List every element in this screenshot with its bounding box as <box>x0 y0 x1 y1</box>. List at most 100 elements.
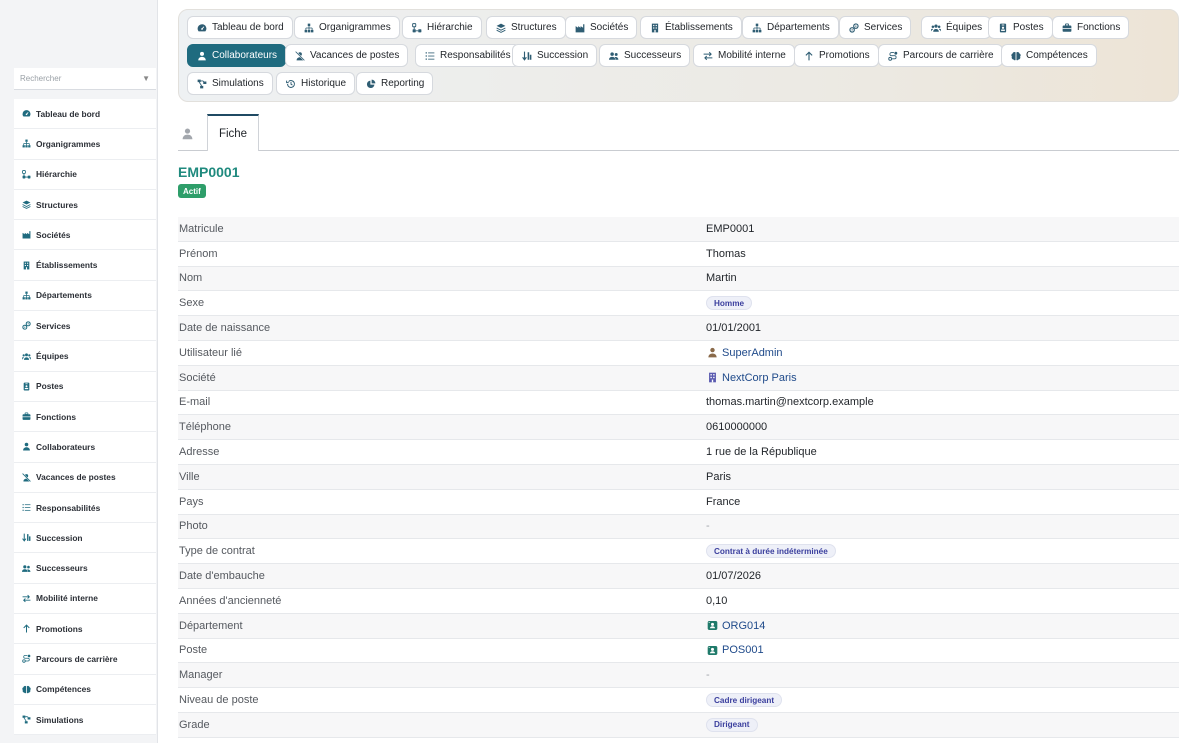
sidebar-item-successeurs[interactable]: Successeurs <box>14 553 156 584</box>
layers-icon <box>495 22 506 33</box>
nav-pill-organigrammes[interactable]: Organigrammes <box>294 16 400 39</box>
field-label: Grade <box>179 718 210 731</box>
sidebar-item-label: Fonctions <box>36 411 77 422</box>
sidebar-item-parcours-de-carriere[interactable]: Parcours de carrière <box>14 644 156 675</box>
sidebar-item-label: Organigrammes <box>36 138 101 149</box>
sidebar-item-postes[interactable]: Postes <box>14 371 156 402</box>
sidebar-item-label: Responsabilités <box>36 502 101 513</box>
nav-pill-postes[interactable]: Postes <box>988 16 1053 39</box>
sidebar-item-departements[interactable]: Départements <box>14 280 156 312</box>
value-link[interactable]: SuperAdmin <box>722 347 783 359</box>
field-value[interactable]: NextCorp Paris <box>706 372 797 384</box>
user-slash-icon <box>21 472 31 482</box>
table-row: Pays France <box>178 489 1179 515</box>
sidebar-item-etablissements[interactable]: Établissements <box>14 250 156 281</box>
nav-pill-competences[interactable]: Compétences <box>1001 44 1097 67</box>
sitemap-icon <box>303 22 314 33</box>
nav-pill-responsabilites[interactable]: Responsabilités <box>415 44 520 67</box>
nav-pill-mobilite-interne[interactable]: Mobilité interne <box>693 44 795 67</box>
nav-pill-label: Tableau de bord <box>212 22 284 33</box>
sidebar-item-simulations[interactable]: Simulations <box>14 704 156 736</box>
building-icon <box>706 372 718 384</box>
table-row: Ville Paris <box>178 464 1179 490</box>
field-label: Prénom <box>179 247 218 260</box>
sidebar-item-mobilite-interne[interactable]: Mobilité interne <box>14 583 156 615</box>
field-value: EMP0001 <box>706 223 754 235</box>
sidebar-item-label: Mobilité interne <box>36 593 98 604</box>
table-row: Matricule EMP0001 <box>178 217 1179 242</box>
user-slash-icon <box>294 50 305 61</box>
sidebar-item-collaborateurs[interactable]: Collaborateurs <box>14 432 156 463</box>
nav-pill-equipes[interactable]: Équipes <box>921 16 992 39</box>
gauge-icon <box>21 109 31 119</box>
nav-pill-societes[interactable]: Sociétés <box>565 16 638 39</box>
sidebar-item-label: Structures <box>36 199 78 210</box>
nav-pill-label: Simulations <box>212 78 264 89</box>
sidebar-item-structures[interactable]: Structures <box>14 189 156 221</box>
user-friends-icon <box>21 563 31 573</box>
sidebar-item-label: Postes <box>36 381 64 392</box>
sidebar-item-societes[interactable]: Sociétés <box>14 220 156 251</box>
field-label: Années d'ancienneté <box>179 594 282 607</box>
sidebar-item-responsabilites[interactable]: Responsabilités <box>14 492 156 524</box>
nav-pill-hierarchie[interactable]: Hiérarchie <box>402 16 482 39</box>
sidebar-item-services[interactable]: Services <box>14 311 156 342</box>
nav-pill-label: Parcours de carrière <box>903 50 994 61</box>
field-value[interactable]: POS001 <box>706 644 764 656</box>
field-value: 01/07/2026 <box>706 570 761 582</box>
sidebar-item-competences[interactable]: Compétences <box>14 674 156 705</box>
route-icon <box>887 50 898 61</box>
nav-pill-promotions[interactable]: Promotions <box>794 44 879 67</box>
nav-pill-fonctions[interactable]: Fonctions <box>1052 16 1130 39</box>
badge-icon <box>21 381 31 391</box>
arrow-up-icon <box>21 624 31 634</box>
sidebar-item-label: Équipes <box>36 351 69 362</box>
field-value[interactable]: ORG014 <box>706 620 765 632</box>
field-value: Thomas <box>706 248 746 260</box>
nav-pill-label: Postes <box>1013 22 1044 33</box>
tab-fiche[interactable]: Fiche <box>207 114 259 151</box>
nav-pill-succession[interactable]: Succession <box>512 44 598 67</box>
field-label: Date de naissance <box>179 322 271 335</box>
nav-pill-collaborateurs[interactable]: Collaborateurs <box>187 44 287 67</box>
field-label: Département <box>179 619 243 632</box>
table-row: Nom Martin <box>178 266 1179 292</box>
value-link[interactable]: ORG014 <box>722 620 765 632</box>
user-icon[interactable] <box>178 124 196 142</box>
value-link[interactable]: NextCorp Paris <box>722 372 797 384</box>
sidebar-item-label: Parcours de carrière <box>36 653 118 664</box>
nav-pill-simulations[interactable]: Simulations <box>187 72 273 95</box>
field-label: Ville <box>179 470 200 483</box>
sidebar-item-hierarchie[interactable]: Hiérarchie <box>14 159 156 190</box>
field-value: Contrat à durée indéterminée <box>706 544 836 559</box>
sidebar-item-fonctions[interactable]: Fonctions <box>14 401 156 433</box>
field-value[interactable]: SuperAdmin <box>706 347 783 359</box>
sidebar-item-equipes[interactable]: Équipes <box>14 341 156 372</box>
nav-pill-historique[interactable]: Historique <box>276 72 356 95</box>
list-icon <box>21 503 31 513</box>
sidebar-item-tableau-de-bord[interactable]: Tableau de bord <box>14 99 156 130</box>
sidebar-item-promotions[interactable]: Promotions <box>14 614 156 645</box>
nav-pill-tableau-de-bord[interactable]: Tableau de bord <box>187 16 293 39</box>
nav-pill-label: Collaborateurs <box>212 50 278 61</box>
field-value: Homme <box>706 296 753 311</box>
nav-pill-services[interactable]: Services <box>839 16 912 39</box>
nav-pill-structures[interactable]: Structures <box>486 16 566 39</box>
nav-pill-reporting[interactable]: Reporting <box>356 72 434 95</box>
nav-pill-etablissements[interactable]: Établissements <box>640 16 742 39</box>
field-label: Date d'embauche <box>179 570 265 583</box>
field-label: Photo <box>179 520 208 533</box>
nav-pill-vacances-de-postes[interactable]: Vacances de postes <box>285 44 409 67</box>
nav-pill-departements[interactable]: Départements <box>742 16 839 39</box>
value-link[interactable]: POS001 <box>722 644 764 656</box>
sidebar-item-organigrammes[interactable]: Organigrammes <box>14 129 156 160</box>
sidebar-item-vacances-de-postes[interactable]: Vacances de postes <box>14 462 156 493</box>
nav-pill-parcours-de-carriere[interactable]: Parcours de carrière <box>878 44 1003 67</box>
sort-icon <box>521 50 532 61</box>
arrow-up-icon <box>803 50 814 61</box>
sidebar-item-succession[interactable]: Succession <box>14 523 156 554</box>
field-label: Matricule <box>179 222 224 235</box>
sidebar-search-select[interactable]: Rechercher ▼ <box>14 68 156 90</box>
nav-pill-successeurs[interactable]: Successeurs <box>599 44 691 67</box>
table-row: Type de contrat Contrat à durée indétermi… <box>178 539 1179 565</box>
